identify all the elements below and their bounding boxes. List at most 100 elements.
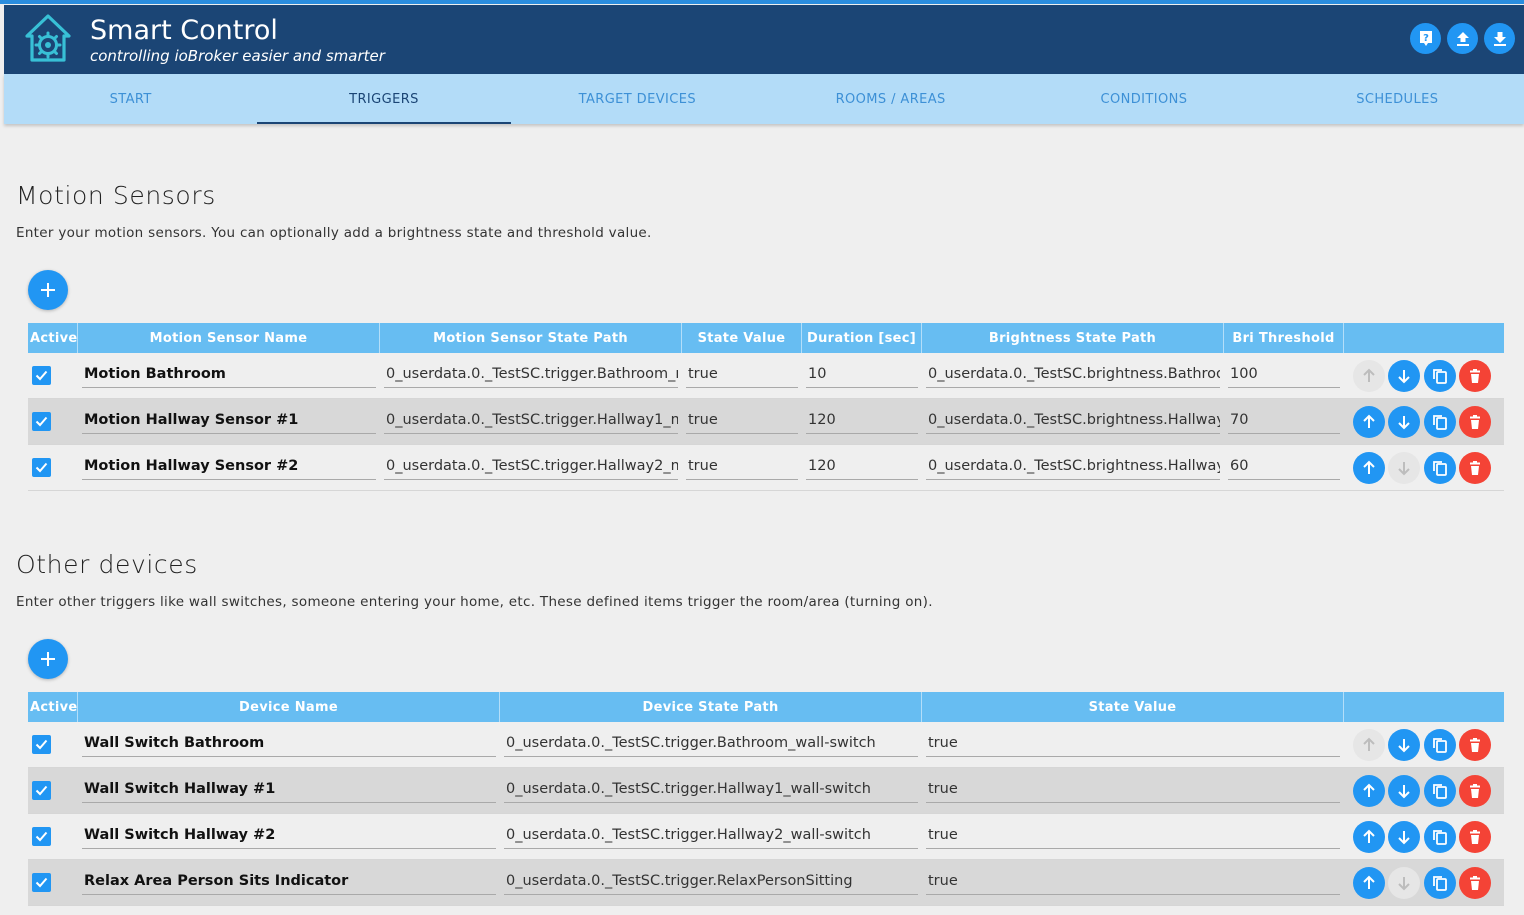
duplicate-button[interactable] xyxy=(1424,729,1456,761)
column-header-name: Motion Sensor Name xyxy=(78,323,380,353)
active-checkbox[interactable] xyxy=(32,781,51,800)
device-state-path-field[interactable]: 0_userdata.0._TestSC.trigger.Hallway1_wa… xyxy=(504,776,918,803)
column-header-active: Active xyxy=(28,692,78,722)
table-row: Relax Area Person Sits Indicator 0_userda… xyxy=(28,860,1504,906)
device-state-path-field[interactable]: 0_userdata.0._TestSC.trigger.Hallway2_wa… xyxy=(504,822,918,849)
checkmark-icon xyxy=(35,830,48,843)
state-value-field[interactable]: true xyxy=(686,361,798,388)
move-down-button[interactable] xyxy=(1388,821,1420,853)
add-device-button[interactable] xyxy=(28,639,68,679)
delete-button[interactable] xyxy=(1459,729,1491,761)
active-checkbox[interactable] xyxy=(32,366,51,385)
duplicate-button[interactable] xyxy=(1424,452,1456,484)
arrow-down-icon xyxy=(1396,737,1412,753)
device-state-path-field[interactable]: 0_userdata.0._TestSC.trigger.RelaxPerson… xyxy=(504,868,918,895)
state-value-field[interactable]: true xyxy=(926,822,1340,849)
brightness-path-field[interactable]: 0_userdata.0._TestSC.brightness.Hallway2… xyxy=(926,453,1220,480)
duration-field[interactable]: 10 xyxy=(806,361,918,388)
arrow-down-icon xyxy=(1396,414,1412,430)
bri-threshold-field[interactable]: 100 xyxy=(1228,361,1340,388)
help-button[interactable]: ? xyxy=(1410,23,1441,54)
device-state-path-field[interactable]: 0_userdata.0._TestSC.trigger.Bathroom_wa… xyxy=(504,730,918,757)
duplicate-button[interactable] xyxy=(1424,821,1456,853)
sensor-name-field[interactable]: Motion Hallway Sensor #2 xyxy=(82,453,376,480)
bri-threshold-field[interactable]: 60 xyxy=(1228,453,1340,480)
active-checkbox[interactable] xyxy=(32,827,51,846)
column-header-bri-threshold: Bri Threshold xyxy=(1224,323,1344,353)
checkmark-icon xyxy=(35,784,48,797)
tab-triggers[interactable]: TRIGGERS xyxy=(257,74,511,124)
move-up-button[interactable] xyxy=(1353,867,1385,899)
download-button[interactable] xyxy=(1484,23,1515,54)
tab-schedules[interactable]: SCHEDULES xyxy=(1271,74,1524,124)
column-header-device-state-path: Device State Path xyxy=(500,692,922,722)
delete-button[interactable] xyxy=(1459,775,1491,807)
move-up-button[interactable] xyxy=(1353,452,1385,484)
duration-field[interactable]: 120 xyxy=(806,407,918,434)
arrow-up-icon xyxy=(1361,414,1377,430)
plus-icon xyxy=(41,283,55,297)
arrow-up-icon xyxy=(1361,829,1377,845)
smart-home-logo-icon xyxy=(24,13,72,65)
duplicate-button[interactable] xyxy=(1424,775,1456,807)
tab-start[interactable]: START xyxy=(4,74,257,124)
move-down-button[interactable] xyxy=(1388,360,1420,392)
state-value-field[interactable]: true xyxy=(926,776,1340,803)
duplicate-button[interactable] xyxy=(1424,406,1456,438)
table-header: Active Device Name Device State Path Sta… xyxy=(28,692,1504,722)
delete-button[interactable] xyxy=(1459,821,1491,853)
move-down-button xyxy=(1388,867,1420,899)
active-checkbox[interactable] xyxy=(32,412,51,431)
arrow-down-icon xyxy=(1396,875,1412,891)
main-tab-bar: START TRIGGERS TARGET DEVICES ROOMS / AR… xyxy=(4,74,1524,124)
motion-section-description: Enter your motion sensors. You can optio… xyxy=(16,225,652,241)
brightness-path-field[interactable]: 0_userdata.0._TestSC.brightness.Bathroom xyxy=(926,361,1220,388)
active-checkbox[interactable] xyxy=(32,735,51,754)
device-name-field[interactable]: Wall Switch Bathroom xyxy=(82,730,496,757)
sensor-name-field[interactable]: Motion Hallway Sensor #1 xyxy=(82,407,376,434)
add-motion-sensor-button[interactable] xyxy=(28,270,68,310)
tab-target-devices[interactable]: TARGET DEVICES xyxy=(511,74,764,124)
sensor-name-field[interactable]: Motion Bathroom xyxy=(82,361,376,388)
state-value-field[interactable]: true xyxy=(926,868,1340,895)
device-name-field[interactable]: Wall Switch Hallway #2 xyxy=(82,822,496,849)
svg-text:?: ? xyxy=(1423,33,1429,44)
move-down-button[interactable] xyxy=(1388,775,1420,807)
delete-button[interactable] xyxy=(1459,867,1491,899)
state-path-field[interactable]: 0_userdata.0._TestSC.trigger.Hallway1_mo… xyxy=(384,407,678,434)
trash-icon xyxy=(1467,829,1483,845)
delete-button[interactable] xyxy=(1459,406,1491,438)
tab-rooms-areas[interactable]: ROOMS / AREAS xyxy=(764,74,1017,124)
device-name-field[interactable]: Relax Area Person Sits Indicator xyxy=(82,868,496,895)
column-header-state-path: Motion Sensor State Path xyxy=(380,323,682,353)
duration-field[interactable]: 120 xyxy=(806,453,918,480)
top-accent-line xyxy=(0,0,1524,4)
state-value-field[interactable]: true xyxy=(686,407,798,434)
app-title: Smart Control xyxy=(90,15,278,46)
move-up-button[interactable] xyxy=(1353,406,1385,438)
move-up-button xyxy=(1353,360,1385,392)
motion-sensors-table: Active Motion Sensor Name Motion Sensor … xyxy=(28,323,1504,491)
state-value-field[interactable]: true xyxy=(686,453,798,480)
duplicate-button[interactable] xyxy=(1424,360,1456,392)
column-header-actions xyxy=(1344,692,1504,722)
move-up-button[interactable] xyxy=(1353,775,1385,807)
delete-button[interactable] xyxy=(1459,360,1491,392)
state-value-field[interactable]: true xyxy=(926,730,1340,757)
trash-icon xyxy=(1467,460,1483,476)
device-name-field[interactable]: Wall Switch Hallway #1 xyxy=(82,776,496,803)
state-path-field[interactable]: 0_userdata.0._TestSC.trigger.Bathroom_mo… xyxy=(384,361,678,388)
bri-threshold-field[interactable]: 70 xyxy=(1228,407,1340,434)
copy-icon xyxy=(1432,875,1448,891)
active-checkbox[interactable] xyxy=(32,458,51,477)
active-checkbox[interactable] xyxy=(32,873,51,892)
duplicate-button[interactable] xyxy=(1424,867,1456,899)
delete-button[interactable] xyxy=(1459,452,1491,484)
tab-conditions[interactable]: CONDITIONS xyxy=(1017,74,1270,124)
move-up-button[interactable] xyxy=(1353,821,1385,853)
brightness-path-field[interactable]: 0_userdata.0._TestSC.brightness.Hallway1… xyxy=(926,407,1220,434)
move-down-button[interactable] xyxy=(1388,729,1420,761)
state-path-field[interactable]: 0_userdata.0._TestSC.trigger.Hallway2_mo… xyxy=(384,453,678,480)
upload-button[interactable] xyxy=(1447,23,1478,54)
move-down-button[interactable] xyxy=(1388,406,1420,438)
